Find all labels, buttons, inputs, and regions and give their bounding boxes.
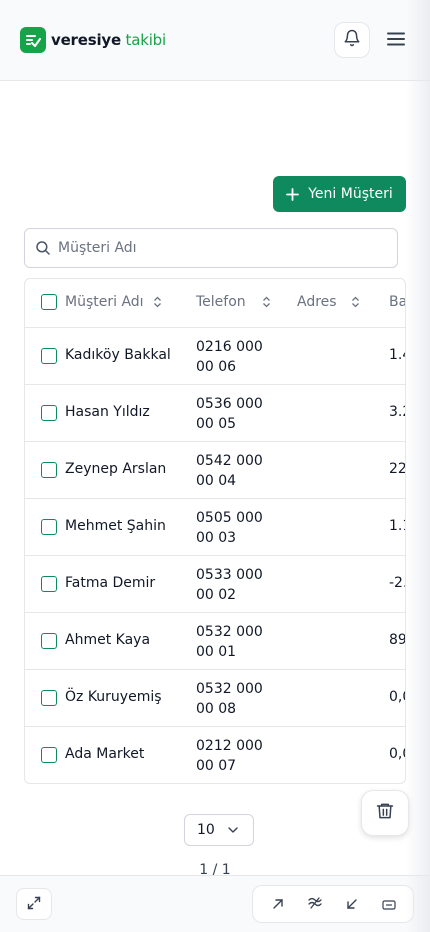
app-header: veresiye takibi	[0, 0, 430, 81]
table-row[interactable]: Kadıköy Bakkal 0216 000 00 06 1.4	[25, 328, 405, 385]
chevron-down-icon	[227, 824, 239, 836]
stroke-button[interactable]	[300, 889, 330, 919]
edge-shadow	[406, 0, 430, 932]
select-all-checkbox[interactable]	[41, 294, 57, 310]
bell-icon	[343, 29, 361, 51]
sort-icon[interactable]	[262, 296, 271, 308]
notifications-button[interactable]	[334, 22, 370, 58]
customer-phone: 0533 000 00 02	[196, 567, 263, 603]
logo-text: veresiye takibi	[51, 31, 166, 49]
customer-phone: 0212 000 00 07	[196, 738, 263, 774]
table-row[interactable]: Zeynep Arslan 0542 000 00 04 22	[25, 442, 406, 499]
customer-phone: 0505 000 00 03	[196, 510, 263, 546]
customer-name: Hasan Yıldız	[65, 404, 150, 420]
bottom-toolbar	[0, 875, 430, 932]
table-row[interactable]: Hasan Yıldız 0536 000 00 05 3.2	[25, 385, 405, 442]
customer-name: Kadıköy Bakkal	[65, 347, 171, 363]
customer-phone: 0532 000 00 01	[196, 624, 263, 660]
keyboard-button[interactable]	[374, 889, 404, 919]
customer-balance: 22	[389, 461, 406, 477]
logo-text-light: takibi	[125, 31, 167, 49]
customer-name: Ahmet Kaya	[65, 632, 151, 648]
logo-check-icon	[20, 27, 46, 53]
row-checkbox[interactable]	[41, 747, 57, 763]
search-icon	[34, 239, 52, 257]
arrow-down-left-button[interactable]	[337, 889, 367, 919]
arrow-up-right-button[interactable]	[263, 889, 293, 919]
row-checkbox[interactable]	[41, 576, 57, 592]
row-checkbox[interactable]	[41, 405, 57, 421]
delete-selected-button[interactable]	[361, 790, 409, 836]
page-size-value: 10	[197, 822, 215, 838]
row-checkbox[interactable]	[41, 348, 57, 364]
column-header-address[interactable]: Adres	[297, 294, 360, 310]
table-row[interactable]: Ahmet Kaya 0532 000 00 01 89	[25, 613, 406, 670]
column-header-label: Telefon	[196, 294, 246, 310]
customer-balance: 3.2	[389, 404, 405, 420]
row-checkbox[interactable]	[41, 462, 57, 478]
page-size-select[interactable]: 10	[184, 814, 254, 846]
new-customer-label: Yeni Müşteri	[308, 186, 393, 202]
customer-table: Müşteri Adı Telefon Adres Ba Kadıköy Bak…	[24, 278, 406, 784]
arrow-up-right-icon	[272, 895, 284, 914]
menu-button[interactable]	[380, 24, 412, 56]
logo-text-bold: veresiye	[51, 31, 121, 49]
expand-button[interactable]	[16, 888, 52, 920]
column-header-balance[interactable]: Ba	[389, 294, 406, 310]
customer-balance: 0,0	[389, 689, 405, 705]
customer-name: Öz Kuruyemiş	[65, 689, 162, 705]
column-header-label: Adres	[297, 294, 337, 310]
customer-phone: 0536 000 00 05	[196, 396, 263, 432]
arrow-down-left-icon	[346, 895, 358, 914]
customer-balance: -2.	[389, 575, 406, 591]
customer-name: Fatma Demir	[65, 575, 156, 591]
keyboard-icon	[381, 895, 396, 914]
column-header-label: Müşteri Adı	[65, 294, 144, 310]
customer-phone: 0216 000 00 06	[196, 339, 263, 375]
stroke-icon	[307, 895, 323, 914]
sort-icon[interactable]	[351, 296, 360, 308]
customer-balance: 1.1	[389, 518, 405, 534]
table-row[interactable]: Öz Kuruyemiş 0532 000 00 08 0,0	[25, 670, 405, 727]
customer-balance: 1.4	[389, 347, 405, 363]
hamburger-menu-icon	[387, 31, 405, 50]
search-input[interactable]	[58, 240, 358, 256]
table-row[interactable]: Ada Market 0212 000 00 07 0,0	[25, 727, 405, 783]
tool-group	[252, 885, 414, 923]
customer-balance: 89	[389, 632, 406, 648]
column-header-phone[interactable]: Telefon	[196, 294, 271, 310]
customer-name: Mehmet Şahin	[65, 518, 166, 534]
column-header-name[interactable]: Müşteri Adı	[65, 294, 162, 310]
customer-phone: 0542 000 00 04	[196, 453, 263, 489]
row-checkbox[interactable]	[41, 633, 57, 649]
customer-search[interactable]	[24, 228, 398, 268]
column-header-label: Ba	[389, 294, 406, 310]
customer-name: Zeynep Arslan	[65, 461, 167, 477]
table-row[interactable]: Mehmet Şahin 0505 000 00 03 1.1	[25, 499, 405, 556]
customer-name: Ada Market	[65, 746, 145, 762]
plus-icon	[286, 187, 300, 201]
table-row[interactable]: Fatma Demir 0533 000 00 02 -2.	[25, 556, 406, 613]
app-logo[interactable]: veresiye takibi	[20, 27, 166, 53]
row-checkbox[interactable]	[41, 690, 57, 706]
row-checkbox[interactable]	[41, 519, 57, 535]
trash-icon	[375, 801, 395, 825]
sort-icon[interactable]	[153, 296, 162, 308]
new-customer-button[interactable]: Yeni Müşteri	[273, 176, 406, 212]
table-header: Müşteri Adı Telefon Adres Ba	[25, 279, 406, 328]
customer-balance: 0,0	[389, 746, 405, 762]
customer-phone: 0532 000 00 08	[196, 681, 263, 717]
expand-icon	[27, 895, 41, 914]
